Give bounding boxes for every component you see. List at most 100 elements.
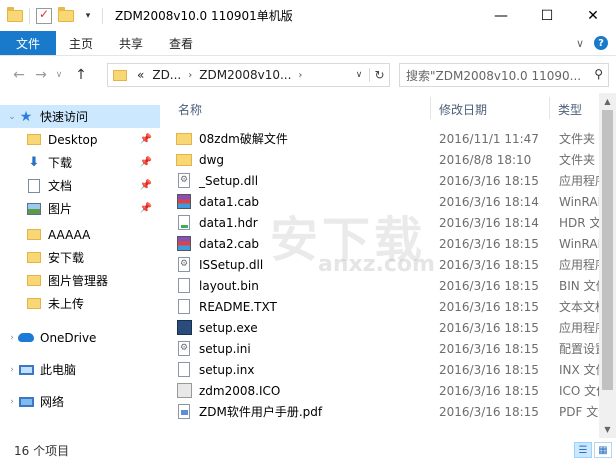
scroll-up-icon[interactable]: ▲ bbox=[599, 93, 616, 110]
maximize-button[interactable]: ☐ bbox=[524, 0, 570, 31]
large-icons-view-icon[interactable]: ▦ bbox=[594, 442, 612, 458]
search-icon[interactable]: ⚲ bbox=[591, 67, 603, 81]
nav-item-not-uploaded[interactable]: 未上传 bbox=[0, 292, 160, 315]
breadcrumb-item[interactable]: ZDM2008v10... bbox=[199, 68, 291, 82]
file-name: _Setup.dll bbox=[199, 173, 259, 188]
nav-this-pc[interactable]: › 此电脑 bbox=[0, 358, 160, 381]
pin-icon[interactable]: 📌 bbox=[140, 157, 152, 168]
network-icon bbox=[18, 395, 34, 409]
pin-icon[interactable]: 📌 bbox=[140, 180, 152, 191]
tab-view[interactable]: 查看 bbox=[156, 31, 206, 55]
quick-access-toolbar: ✓ ▾ bbox=[0, 0, 109, 31]
chevron-right-icon[interactable]: › bbox=[188, 70, 192, 81]
nav-item-label: 图片管理器 bbox=[48, 274, 109, 288]
scroll-down-icon[interactable]: ▼ bbox=[599, 421, 616, 438]
close-button[interactable]: ✕ bbox=[570, 0, 616, 31]
minimize-button[interactable]: — bbox=[478, 0, 524, 31]
file-icon bbox=[176, 278, 192, 294]
file-row[interactable]: layout.bin 2016/3/16 18:15 BIN 文件 bbox=[176, 275, 608, 296]
expand-icon[interactable]: › bbox=[6, 365, 18, 375]
expand-icon[interactable]: › bbox=[6, 397, 18, 407]
file-row[interactable]: dwg 2016/8/8 18:10 文件夹 bbox=[176, 149, 606, 170]
navigation-bar: ← → ∨ ↑ « ZD... › ZDM2008v10... › ∨ ↻ 搜索… bbox=[0, 57, 616, 93]
properties-icon[interactable]: ✓ bbox=[36, 7, 52, 24]
file-row[interactable]: _Setup.dll2016/3/16 18:15应用程序 bbox=[176, 170, 607, 191]
expand-icon[interactable]: › bbox=[6, 333, 18, 343]
ini-icon bbox=[176, 341, 192, 357]
file-name: 08zdm破解文件 bbox=[199, 132, 288, 146]
qat-dropdown-icon[interactable]: ▾ bbox=[80, 8, 96, 24]
status-bar: 16 个项目 ☰ ▦ bbox=[0, 438, 616, 462]
refresh-button[interactable]: ↻ bbox=[369, 68, 389, 82]
vertical-scrollbar[interactable]: ▲ ▼ bbox=[599, 93, 616, 438]
folder-icon bbox=[176, 131, 192, 147]
nav-item-downloads[interactable]: ⬇ 下载 📌 bbox=[0, 151, 160, 174]
column-header-name[interactable]: 名称 bbox=[178, 101, 202, 118]
toolbar-divider bbox=[29, 7, 30, 24]
file-modified-date: 2016/3/16 18:15 bbox=[439, 236, 539, 251]
search-input[interactable]: 搜索"ZDM2008v10.0 11090... ⚲ bbox=[399, 63, 609, 87]
column-divider[interactable] bbox=[430, 97, 431, 119]
file-row[interactable]: 08zdm破解文件 2016/11/1 11:47 文件夹 bbox=[176, 128, 606, 149]
file-name: zdm2008.ICO bbox=[199, 383, 281, 398]
nav-onedrive[interactable]: › OneDrive bbox=[0, 326, 160, 349]
file-row[interactable]: data1.hdr 2016/3/16 18:14 HDR 文件 bbox=[176, 212, 613, 233]
file-row[interactable]: data2.cab 2016/3/16 18:15 WinRAR bbox=[176, 233, 606, 254]
address-bar[interactable]: « ZD... › ZDM2008v10... › ∨ ↻ bbox=[107, 63, 390, 87]
file-name: data2.cab bbox=[199, 236, 260, 251]
file-row[interactable]: setup.inx 2016/3/16 18:15 INX 文件 bbox=[176, 359, 608, 380]
nav-item-picture-manager[interactable]: 图片管理器 bbox=[0, 269, 160, 292]
nav-network[interactable]: › 网络 bbox=[0, 390, 160, 413]
column-divider[interactable] bbox=[549, 97, 550, 119]
file-row[interactable]: README.TXT 2016/3/16 18:15 文本文档 bbox=[176, 296, 607, 317]
file-name: setup.ini bbox=[199, 341, 251, 356]
file-row[interactable]: zdm2008.ICO 2016/3/16 18:15 ICO 文件 bbox=[176, 380, 608, 401]
nav-item-label: Desktop bbox=[48, 132, 98, 147]
up-button[interactable]: ↑ bbox=[70, 67, 92, 83]
back-button[interactable]: ← bbox=[8, 67, 30, 83]
nav-item-documents[interactable]: 文档 📌 bbox=[0, 174, 160, 197]
details-view-icon[interactable]: ☰ bbox=[574, 442, 592, 458]
recent-locations-button[interactable]: ∨ bbox=[52, 70, 66, 80]
nav-item-anxiazai[interactable]: 安下载 bbox=[0, 246, 160, 269]
file-modified-date: 2016/3/16 18:15 bbox=[439, 257, 539, 272]
folder-icon bbox=[113, 69, 127, 81]
item-count: 16 个项目 bbox=[14, 443, 70, 458]
pin-icon[interactable]: 📌 bbox=[140, 134, 152, 145]
forward-button[interactable]: → bbox=[30, 67, 52, 83]
ribbon-collapse-icon[interactable]: ∨ bbox=[576, 37, 584, 50]
file-row[interactable]: setup.ini2016/3/16 18:15配置设置 bbox=[176, 338, 607, 359]
chevron-right-icon[interactable]: › bbox=[298, 70, 302, 81]
address-dropdown-button[interactable]: ∨ bbox=[349, 70, 369, 80]
column-header-date[interactable]: 修改日期 bbox=[439, 101, 487, 118]
file-name: data1.hdr bbox=[199, 215, 258, 230]
nav-item-desktop[interactable]: Desktop 📌 bbox=[0, 128, 160, 151]
tab-home[interactable]: 主页 bbox=[56, 31, 106, 55]
file-row[interactable]: setup.exe 2016/3/16 18:15 应用程序 bbox=[176, 317, 607, 338]
tab-share[interactable]: 共享 bbox=[106, 31, 156, 55]
help-icon[interactable]: ? bbox=[594, 36, 608, 50]
nav-quick-access[interactable]: ⌄ ★ 快速访问 bbox=[0, 105, 160, 128]
file-modified-date: 2016/3/16 18:15 bbox=[439, 362, 539, 377]
folder-icon bbox=[26, 133, 42, 147]
folder-icon bbox=[26, 297, 42, 311]
file-name: layout.bin bbox=[199, 278, 259, 293]
pin-icon[interactable]: 📌 bbox=[140, 203, 152, 214]
file-icon bbox=[176, 362, 192, 378]
nav-item-aaaaa[interactable]: AAAAA bbox=[0, 223, 160, 246]
ico-file-icon bbox=[176, 383, 192, 399]
file-row[interactable]: data1.cab 2016/3/16 18:14 WinRAR bbox=[176, 191, 606, 212]
tab-file[interactable]: 文件 bbox=[0, 31, 57, 55]
nav-item-pictures[interactable]: 图片 📌 bbox=[0, 197, 160, 220]
expand-icon[interactable]: ⌄ bbox=[6, 112, 18, 122]
address-overflow[interactable]: « bbox=[137, 68, 144, 82]
scrollbar-thumb[interactable] bbox=[602, 110, 613, 390]
folder-icon bbox=[7, 6, 23, 24]
file-row[interactable]: ZDM软件用户手册.pdf 2016/3/16 18:15 PDF 文件 bbox=[176, 401, 610, 422]
breadcrumb-item[interactable]: ZD... bbox=[152, 68, 181, 82]
file-row[interactable]: ISSetup.dll2016/3/16 18:15应用程序 bbox=[176, 254, 607, 275]
download-icon: ⬇ bbox=[28, 155, 40, 170]
column-header-type[interactable]: 类型 bbox=[558, 101, 582, 118]
view-switcher: ☰ ▦ bbox=[574, 442, 612, 458]
new-folder-icon[interactable] bbox=[58, 6, 74, 24]
